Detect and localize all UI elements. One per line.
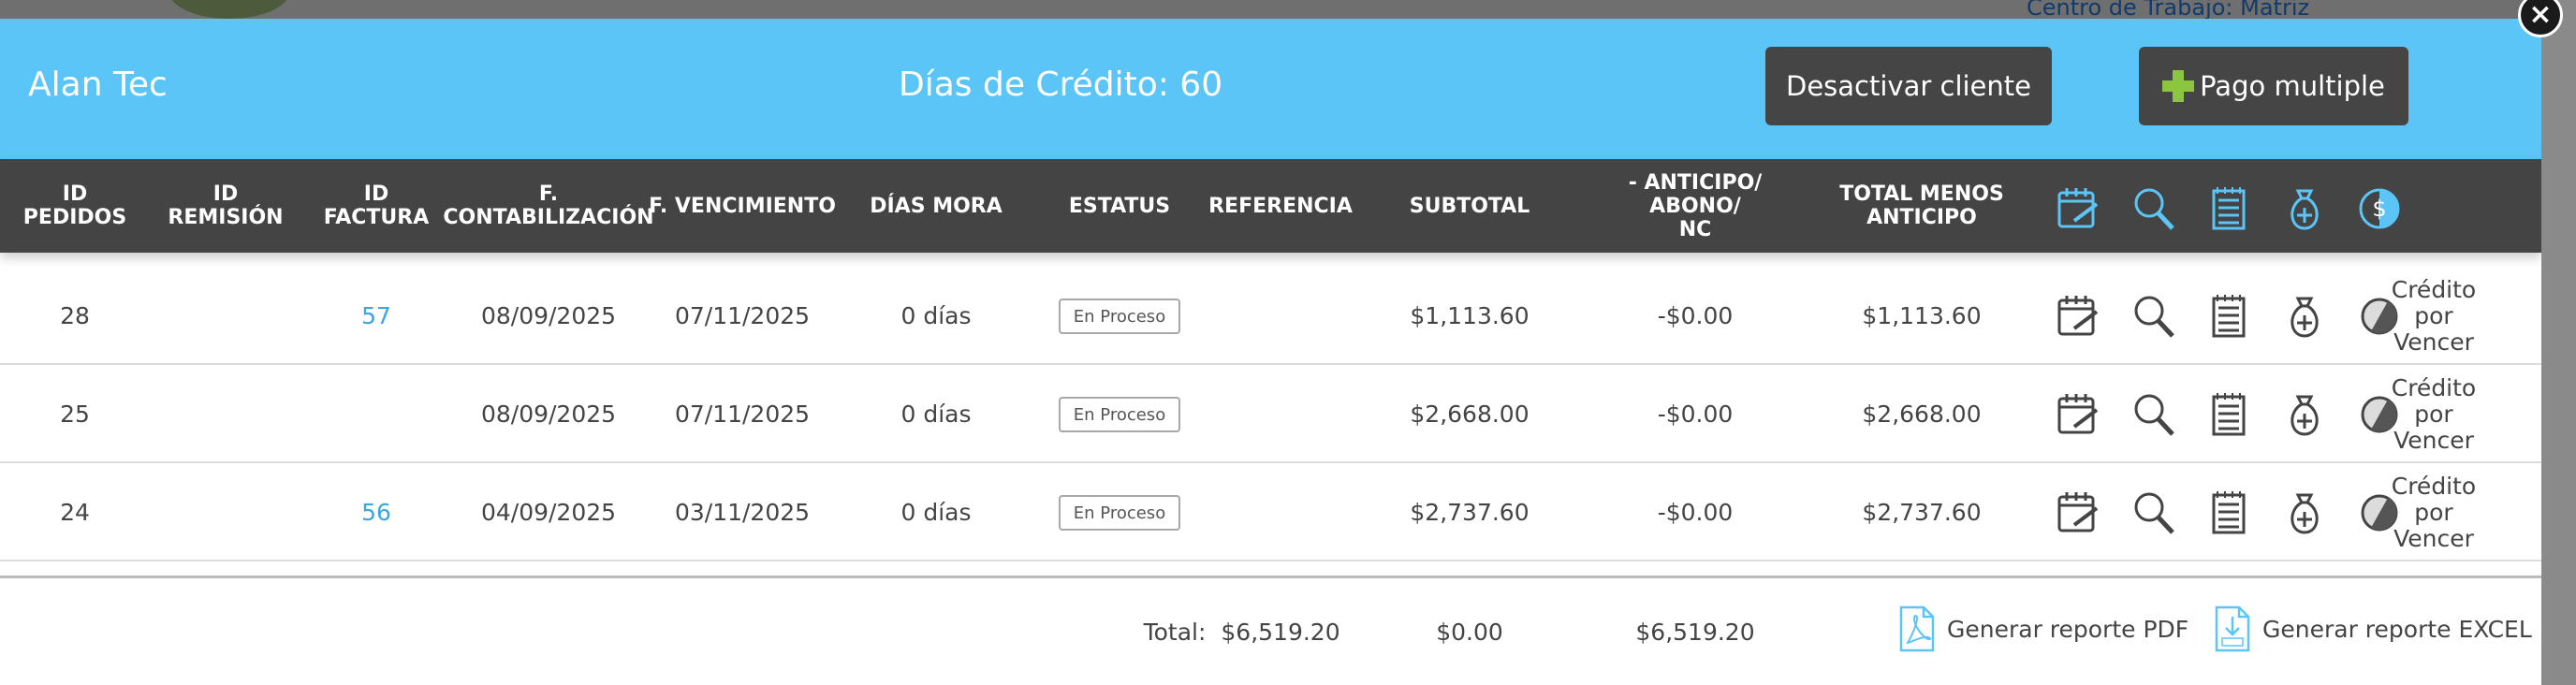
money-bag-plus-icon[interactable] [2282,185,2327,232]
backdrop-logo [168,0,290,19]
deactivate-client-label: Desactivar cliente [1786,70,2031,102]
footer-total-label: Total: [1143,618,1207,646]
credit-status-text: Crédito por Vencer [2391,275,2477,356]
cell-subtotal: $2,668.00 [1410,401,1530,428]
money-bag-plus-icon[interactable] [2282,391,2327,438]
footer-anticipo-sum: $0.00 [1436,618,1503,646]
cell-vencimiento: 07/11/2025 [674,401,811,428]
cell-dias-mora: 0 días [900,302,972,329]
multiple-payment-button[interactable]: Pago multiple [2139,47,2408,125]
notepad-icon[interactable] [2206,489,2251,536]
money-bag-plus-icon[interactable] [2282,489,2327,536]
plus-icon [2162,70,2195,102]
col-header-id-factura: ID FACTURA [323,182,430,229]
money-bag-plus-icon[interactable] [2282,293,2327,340]
cell-id-pedido: 24 [60,499,90,526]
status-badge: En Proceso [1059,495,1180,531]
generate-excel-report-link[interactable]: Generar reporte EXCEL [2214,601,2532,657]
client-credit-modal: Alan Tec Días de Crédito: 60 Desactivar … [0,19,2541,685]
multiple-payment-label: Pago multiple [2200,70,2385,102]
backdrop-side-strip [2541,0,2576,685]
table-header: ID PEDIDOS ID REMISIÓN ID FACTURA F. CON… [0,159,2541,253]
table-row[interactable]: 25 08/09/2025 07/11/2025 0 días En Proce… [0,365,2541,463]
footer-total-sum: $6,519.20 [1635,618,1755,646]
cell-subtotal: $2,737.60 [1410,499,1530,526]
credit-status-text: Crédito por Vencer [2391,373,2477,454]
col-header-total-menos-anticipo: TOTAL MENOS ANTICIPO [1839,182,2004,229]
notepad-icon[interactable] [2206,293,2251,340]
footer-subtotal-sum: $6,519.20 [1221,618,1340,646]
calendar-edit-icon[interactable] [2056,185,2100,232]
cell-anticipo: -$0.00 [1657,499,1734,526]
cell-dias-mora: 0 días [900,499,972,526]
calendar-edit-icon[interactable] [2056,293,2100,340]
workcenter-label: Centro de Trabajo: Matriz [2027,0,2310,21]
cell-anticipo: -$0.00 [1657,401,1734,428]
cell-vencimiento: 03/11/2025 [674,499,811,526]
notepad-icon[interactable] [2206,391,2251,438]
deactivate-client-button[interactable]: Desactivar cliente [1765,47,2052,125]
col-header-anticipo: - ANTICIPO/ ABONO/ NC [1628,170,1763,241]
table-row[interactable]: 24 56 04/09/2025 03/11/2025 0 días En Pr… [0,463,2541,561]
cell-id-factura-link[interactable]: 57 [361,267,391,365]
cell-id-pedido: 25 [60,401,90,428]
calendar-edit-icon[interactable] [2056,489,2100,536]
credit-status-text: Crédito por Vencer [2391,472,2477,552]
cell-contabilizacion: 04/09/2025 [480,499,617,526]
cell-total: $1,113.60 [1862,302,1982,329]
table-row[interactable]: 28 57 08/09/2025 07/11/2025 0 días En Pr… [0,267,2541,365]
credit-days: Días de Crédito: 60 [899,66,1223,104]
table-footer: Total: $6,519.20 $0.00 $6,519.20 Generar… [0,578,2541,685]
cell-anticipo: -$0.00 [1657,302,1734,329]
col-header-subtotal: SUBTOTAL [1409,194,1530,218]
cell-id-pedido: 28 [60,302,90,329]
svg-text:$: $ [2372,196,2386,222]
generate-pdf-report-label: Generar reporte PDF [1947,615,2189,643]
cell-dias-mora: 0 días [900,401,972,428]
col-header-vencimiento: F. VENCIMIENTO [649,194,836,218]
cell-vencimiento: 07/11/2025 [674,302,811,329]
search-icon[interactable] [2131,293,2176,340]
cell-total: $2,737.60 [1862,499,1982,526]
search-icon[interactable] [2131,391,2176,438]
col-header-id-pedidos: ID PEDIDOS [22,182,127,229]
cell-contabilizacion: 08/09/2025 [480,401,617,428]
col-header-contabilizacion: F. CONTABILIZACIÓN [443,182,654,229]
generate-excel-report-label: Generar reporte EXCEL [2262,615,2532,643]
search-icon[interactable] [2131,185,2176,232]
cell-contabilizacion: 08/09/2025 [480,302,617,329]
status-badge: En Proceso [1059,397,1180,432]
cell-subtotal: $1,113.60 [1410,302,1530,329]
dollar-circle-icon[interactable]: $ [2357,185,2402,232]
modal-header: Alan Tec Días de Crédito: 60 Desactivar … [0,19,2541,159]
cell-id-factura-link[interactable]: 56 [361,463,391,561]
search-icon[interactable] [2131,489,2176,536]
calendar-edit-icon[interactable] [2056,391,2100,438]
status-badge: En Proceso [1059,299,1180,334]
col-header-referencia: REFERENCIA [1208,194,1353,218]
pdf-file-icon [1899,605,1935,652]
col-header-estatus: ESTATUS [1068,194,1171,218]
col-header-id-remision: ID REMISIÓN [168,182,284,229]
excel-file-icon [2215,605,2250,652]
generate-pdf-report-link[interactable]: Generar reporte PDF [1898,601,2188,657]
cell-total: $2,668.00 [1862,401,1982,428]
col-header-dias-mora: DÍAS MORA [870,194,1003,218]
client-name: Alan Tec [28,66,168,104]
notepad-icon[interactable] [2206,185,2251,232]
